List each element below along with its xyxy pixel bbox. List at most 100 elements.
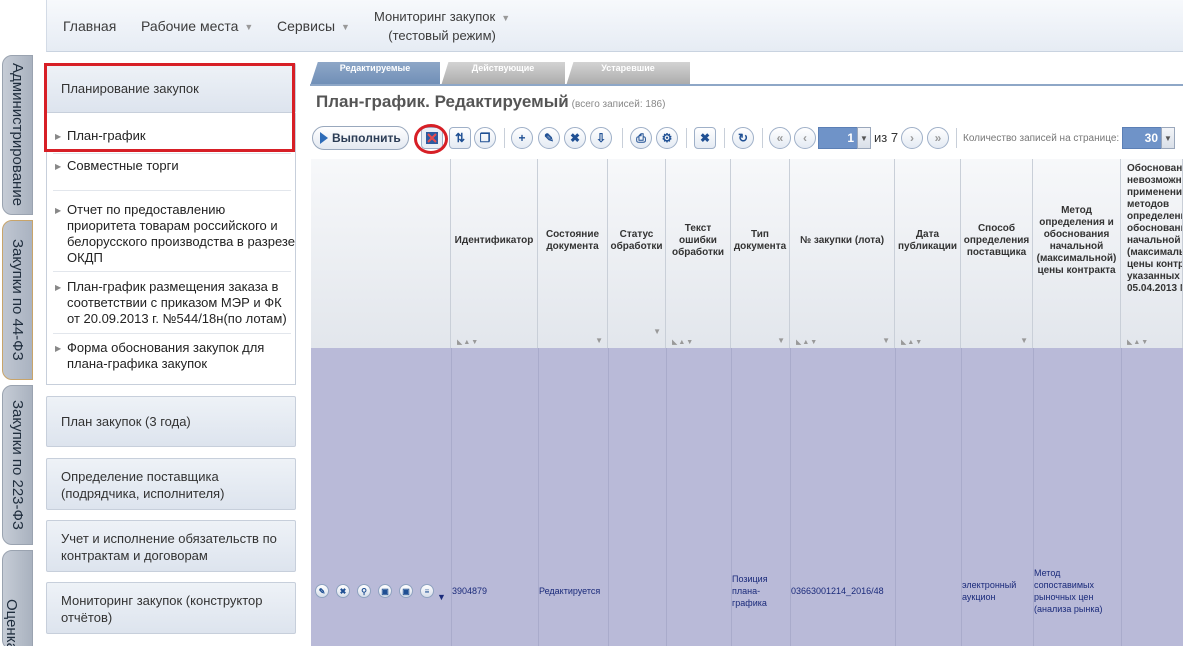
nav-services[interactable]: Сервисы ▼ (277, 0, 350, 52)
column-header-label: Состояние документа (545, 229, 600, 252)
last-page-icon[interactable]: » (927, 127, 949, 149)
sort-arrows-icon[interactable]: ◣▲▼ (1127, 338, 1149, 346)
divider (762, 128, 763, 148)
sort-arrows-icon[interactable]: ◣▲▼ (796, 338, 818, 346)
submenu-item-label: Совместные торги (67, 158, 179, 173)
side-tab-admin[interactable]: Администрирование (2, 55, 33, 215)
chevron-down-icon: ▼ (341, 22, 350, 32)
menu-supplier-selection[interactable]: Определение поставщика (подрядчика, испо… (46, 458, 296, 510)
refresh-icon[interactable]: ↻ (732, 127, 754, 149)
add-icon[interactable]: + (511, 127, 533, 149)
side-tab-44fz[interactable]: Закупки по 44-ФЗ (2, 220, 33, 380)
column-header[interactable]: № закупки (лота) ◣▲▼ ▼ (790, 159, 895, 348)
menu-purchase-plan[interactable]: План закупок (3 года) (46, 396, 296, 447)
column-header[interactable]: Обоснование невозможности применения мет… (1121, 159, 1183, 348)
tab-active[interactable]: Действующие (441, 62, 565, 86)
chevron-down-icon[interactable]: ▼ (882, 336, 890, 345)
grid-header: Идентификатор ◣▲▼ Состояние документа ▼ Ст… (311, 159, 1183, 348)
divider (622, 128, 623, 148)
side-tab-223fz[interactable]: Закупки по 223-ФЗ (2, 385, 33, 545)
side-tab-evaluation[interactable]: Оценка (2, 550, 33, 646)
chevron-down-icon[interactable]: ▼ (653, 327, 661, 336)
column-header[interactable]: Дата публикации ◣▲▼ (895, 159, 961, 348)
submenu-item-priority-report[interactable]: ▶ Отчет по предоставлению приоритета това… (53, 202, 297, 266)
divider (53, 153, 291, 154)
import-icon[interactable]: ⇩ (590, 127, 612, 149)
menu-section-label: Мониторинг закупок (конструктор отчётов) (61, 593, 263, 625)
divider (53, 190, 291, 191)
divider (538, 348, 539, 646)
sort-arrows-icon[interactable]: ◣▲▼ (901, 338, 923, 346)
chevron-down-icon: ▼ (244, 22, 254, 32)
excel-export-icon[interactable] (421, 127, 443, 149)
tab-editable[interactable]: Редактируемые (310, 62, 440, 86)
nav-workplaces[interactable]: Рабочие места ▼ (141, 0, 253, 52)
submenu-item-plan-schedule[interactable]: ▶ План-график (53, 128, 297, 144)
prev-page-icon[interactable]: ‹ (794, 127, 816, 149)
divider (895, 348, 896, 646)
menu-monitoring-reports[interactable]: Мониторинг закупок (конструктор отчётов) (46, 582, 296, 634)
lock-icon[interactable]: ▣ (378, 584, 392, 598)
column-header[interactable]: Состояние документа ▼ (538, 159, 608, 348)
sort-arrows-icon[interactable]: ◣▲▼ (672, 338, 694, 346)
column-header[interactable]: Идентификатор ◣▲▼ (451, 159, 538, 348)
edit-icon[interactable]: ✎ (538, 127, 560, 149)
nav-home[interactable]: Главная (63, 0, 116, 52)
chevron-down-icon[interactable]: ▼ (1020, 336, 1028, 345)
print-icon[interactable]: ⎙ (630, 127, 652, 149)
submenu-item-joint-tenders[interactable]: ▶ Совместные торги (53, 158, 297, 174)
page-number-input[interactable]: 1 (818, 127, 858, 149)
settings-icon[interactable]: ⚙ (656, 127, 678, 149)
side-tab-label: Закупки по 44-ФЗ (9, 239, 26, 361)
chevron-down-icon[interactable]: ▼ (437, 591, 446, 603)
chevron-down-icon[interactable]: ▼ (1161, 127, 1175, 149)
record-count: (всего записей: 186) (571, 99, 666, 110)
sort-arrows-icon[interactable]: ◣▲▼ (457, 338, 479, 346)
edit-icon[interactable]: ✎ (315, 584, 329, 598)
divider (53, 271, 291, 272)
lock-shield-icon[interactable]: ▣ (399, 584, 413, 598)
cell-id: 3904879 (452, 586, 488, 596)
column-header[interactable]: Метод определения и обоснования начально… (1033, 159, 1121, 348)
first-page-icon[interactable]: « (769, 127, 791, 149)
nav-monitoring[interactable]: Мониторинг закупок ▼ (тестовый режим) (374, 0, 510, 52)
chevron-down-icon: ▼ (501, 13, 511, 23)
tab-obsolete[interactable]: Устаревшие (566, 62, 690, 86)
next-page-icon[interactable]: › (901, 127, 923, 149)
column-header[interactable]: Способ определения поставщика ▼ (961, 159, 1033, 348)
column-header[interactable]: Текст ошибки обработки ◣▲▼ (666, 159, 731, 348)
menu-obligations[interactable]: Учет и исполнение обязательств по контра… (46, 520, 296, 572)
column-header[interactable]: Статус обработки ▼ (608, 159, 666, 348)
nav-monitoring-sublabel: (тестовый режим) (388, 28, 496, 43)
divider (608, 348, 609, 646)
submenu-item-order-schedule[interactable]: ▶ План-график размещения заказа в соответ… (53, 279, 297, 327)
column-header-label: Дата публикации (897, 229, 958, 252)
submenu-item-label: Отчет по предоставлению приоритета товар… (67, 202, 295, 265)
divider (724, 128, 725, 148)
delete-icon[interactable]: ✖ (564, 127, 586, 149)
divider (666, 348, 667, 646)
submenu-item-justification-form[interactable]: ▶ Форма обоснования закупок для плана-гра… (53, 340, 297, 372)
nav-services-label: Сервисы (277, 18, 336, 34)
delete-icon[interactable]: ✖ (336, 584, 350, 598)
chevron-down-icon[interactable]: ▼ (777, 336, 785, 345)
column-header[interactable]: Тип документа ▼ (731, 159, 790, 348)
chevron-down-icon[interactable]: ▼ (857, 127, 871, 149)
tab-label: Устаревшие (601, 63, 655, 73)
nav-monitoring-label: Мониторинг закупок (374, 9, 496, 24)
sort-icon[interactable]: ⇅ (449, 127, 471, 149)
tab-label: Редактируемые (339, 63, 411, 73)
tab-underline (310, 84, 1183, 86)
divider (1121, 348, 1122, 646)
menu-planning[interactable]: Планирование закупок (46, 63, 296, 113)
document-icon[interactable]: ≡ (420, 584, 434, 598)
menu-section-label: Учет и исполнение обязательств по контра… (61, 531, 277, 563)
top-navigation: Главная Рабочие места ▼ Сервисы ▼ Монитори… (46, 0, 1183, 52)
filter-icon[interactable]: ⚲ (357, 584, 371, 598)
chevron-down-icon[interactable]: ▼ (595, 336, 603, 345)
per-page-select[interactable]: 30 (1122, 127, 1162, 149)
excel-icon[interactable]: ✖ (694, 127, 716, 149)
run-button[interactable]: Выполнить (312, 126, 409, 150)
cell-price-method: Метод сопоставимых рыночных цен (анализа… (1034, 568, 1103, 614)
copy-icon[interactable]: ❐ (474, 127, 496, 149)
